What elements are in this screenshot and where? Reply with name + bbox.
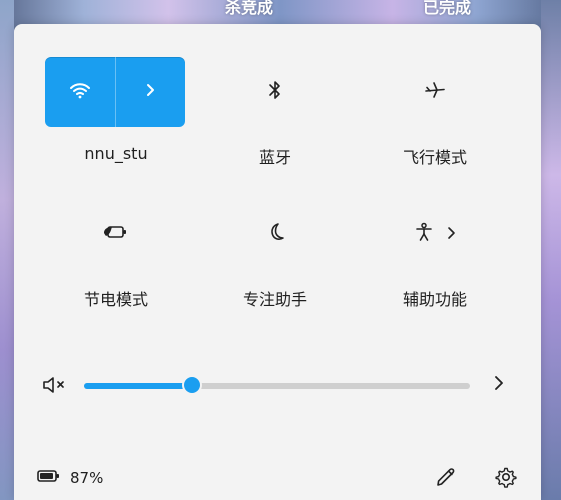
pencil-icon [434, 465, 458, 493]
moon-icon [264, 221, 286, 247]
bluetooth-label: 蓝牙 [258, 148, 291, 167]
wifi-toggle[interactable] [45, 57, 115, 127]
battery-status[interactable]: 87% [36, 468, 103, 488]
battery-saver-icon [102, 223, 128, 245]
bluetooth-icon [268, 80, 282, 104]
wifi-icon [69, 81, 91, 103]
focus-assist-label: 专注助手 [242, 290, 307, 309]
chevron-right-icon [142, 82, 158, 102]
wifi-more-button[interactable] [114, 57, 186, 127]
battery-saver-label: 节电模式 [83, 290, 148, 309]
volume-slider[interactable] [84, 377, 471, 393]
edit-quick-settings-button[interactable] [434, 465, 460, 491]
wifi-tile[interactable] [45, 57, 185, 127]
wallpaper-left [0, 0, 14, 500]
settings-button[interactable] [494, 465, 520, 491]
accessibility-label: 辅助功能 [402, 290, 467, 309]
wallpaper-text-2: 已完成 [423, 0, 472, 17]
volume-mute-button[interactable] [42, 374, 70, 396]
audio-output-more-button[interactable] [492, 374, 512, 396]
chevron-right-icon[interactable] [445, 225, 457, 244]
gear-icon [494, 465, 518, 493]
airplane-mode-label: 飞行模式 [402, 148, 467, 167]
battery-saver-tile[interactable] [45, 199, 185, 269]
chevron-right-icon [492, 374, 506, 396]
accessibility-tile[interactable] [365, 199, 505, 269]
wallpaper-right [541, 0, 561, 500]
battery-percent: 87% [70, 469, 104, 487]
quick-settings-panel: nnu_stu 蓝牙 飞行模式 节电模式 专注助手 辅助功能 87% [14, 24, 541, 500]
airplane-icon [424, 79, 446, 105]
battery-icon [36, 468, 62, 488]
volume-thumb[interactable] [184, 377, 200, 393]
focus-assist-tile[interactable] [205, 199, 345, 269]
wallpaper-text-1: 杀竞成 [225, 0, 274, 17]
bluetooth-tile[interactable] [205, 57, 345, 127]
wifi-label: nnu_stu [84, 144, 148, 163]
airplane-mode-tile[interactable] [365, 57, 505, 127]
speaker-muted-icon [42, 374, 70, 400]
volume-fill [84, 383, 192, 389]
accessibility-icon [413, 221, 435, 247]
